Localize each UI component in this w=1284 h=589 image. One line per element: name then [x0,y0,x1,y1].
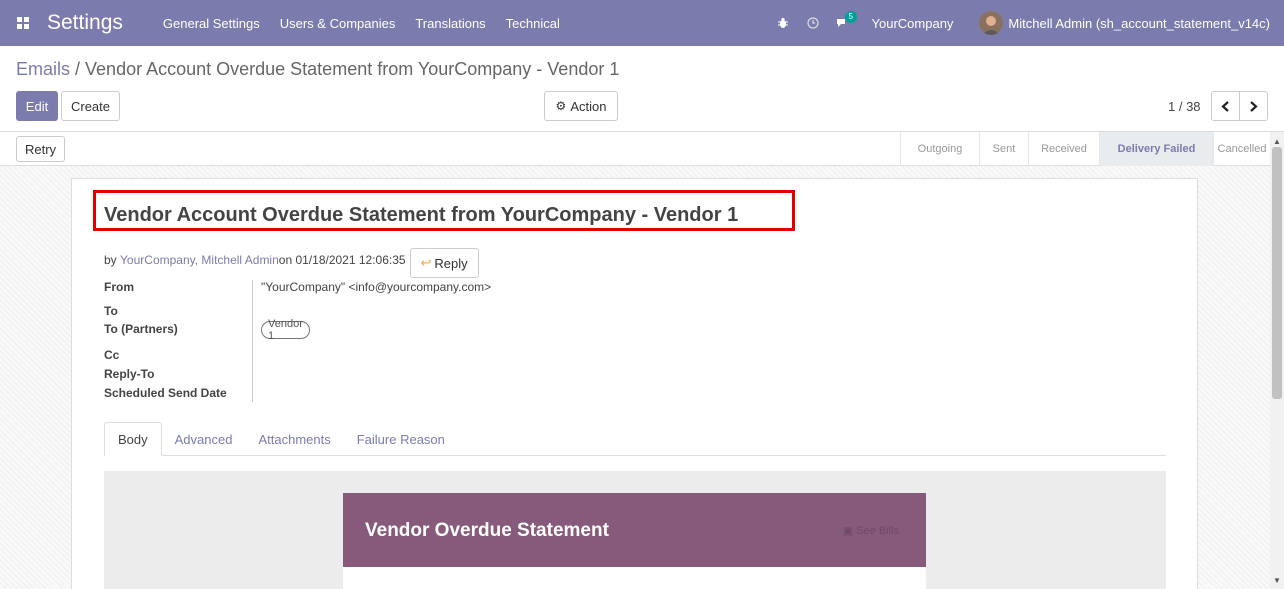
stage-cancelled[interactable]: Cancelled [1213,132,1270,166]
top-navbar: Settings General Settings Users & Compan… [0,0,1284,46]
page-scrollbar[interactable]: ▲ ▼ [1270,132,1284,589]
pager-value[interactable]: 1 / 38 [1168,99,1201,114]
user-menu[interactable]: Mitchell Admin (sh_account_statement_v14… [1008,16,1270,31]
stage-pipeline: Outgoing Sent Received Delivery Failed C… [900,132,1270,166]
pager-next-button[interactable] [1239,91,1268,121]
partner-tag-vendor-1[interactable]: Vendor 1 [261,318,310,342]
email-subject: Vendor Account Overdue Statement from Yo… [104,204,739,226]
scroll-thumb[interactable] [1272,147,1282,399]
from-value: "YourCompany" <info@yourcompany.com> [261,280,492,294]
breadcrumb-separator: / [70,59,86,79]
status-bar: Retry Outgoing Sent Received Delivery Fa… [0,132,1270,166]
app-brand[interactable]: Settings [47,11,123,35]
author-link[interactable]: YourCompany, Mitchell Admin [120,253,279,267]
retry-button[interactable]: Retry [16,136,65,162]
tab-attachments[interactable]: Attachments [245,422,343,456]
control-panel: Emails / Vendor Account Overdue Statemen… [0,46,1284,132]
gear-icon: ⚙ [555,99,567,113]
scroll-up-arrow-icon[interactable]: ▲ [1270,134,1284,148]
company-switcher[interactable]: YourCompany [872,16,954,31]
chat-icon[interactable]: 5 [828,0,858,46]
chevron-left-icon [1221,100,1229,112]
stage-outgoing[interactable]: Outgoing [900,132,979,166]
menu-general-settings[interactable]: General Settings [163,16,260,31]
cc-label: Cc [104,348,120,362]
to-partners-label: To (Partners) [104,322,178,336]
create-button[interactable]: Create [61,91,120,121]
see-bills-link[interactable]: ▣ See Bills [843,524,899,537]
bug-icon[interactable] [768,0,798,46]
breadcrumb: Emails / Vendor Account Overdue Statemen… [16,59,619,80]
menu-users-companies[interactable]: Users & Companies [280,16,396,31]
form-sheet: Vendor Account Overdue Statement from Yo… [71,178,1198,589]
message-count-badge: 5 [844,11,857,23]
apps-grid-icon[interactable] [0,0,46,46]
action-label: Action [570,98,607,114]
tab-body[interactable]: Body [104,422,162,456]
pager-previous-button[interactable] [1211,91,1240,121]
notebook-tabs: Body Advanced Attachments Failure Reason [104,422,1166,456]
edit-button[interactable]: Edit [16,91,58,121]
sent-date: on 01/18/2021 12:06:35 [278,253,406,267]
reply-button[interactable]: ↩ Reply [409,248,479,278]
mail-body [343,567,926,589]
reply-to-label: Reply-To [104,367,155,381]
email-body-preview: Vendor Overdue Statement ▣ See Bills [104,471,1166,589]
to-label: To [104,304,118,318]
scheduled-send-date-label: Scheduled Send Date [104,386,227,400]
clock-icon[interactable] [798,0,828,46]
menu-technical[interactable]: Technical [506,16,560,31]
avatar[interactable] [979,11,1004,35]
reply-arrow-icon: ↩ [420,255,432,270]
author-line: by YourCompany, Mitchell Admin on 01/18/… [104,245,479,278]
stage-received[interactable]: Received [1028,132,1099,166]
menu-translations[interactable]: Translations [415,16,485,31]
tab-failure-reason[interactable]: Failure Reason [344,422,458,456]
mail-header: Vendor Overdue Statement ▣ See Bills [343,493,926,567]
mail-title: Vendor Overdue Statement [365,520,609,541]
stage-delivery-failed[interactable]: Delivery Failed [1099,132,1213,166]
action-button[interactable]: ⚙ Action [544,91,618,121]
from-label: From [104,280,134,294]
field-separator [252,280,253,402]
reply-label: Reply [434,255,468,271]
stage-sent[interactable]: Sent [979,132,1028,166]
breadcrumb-emails-link[interactable]: Emails [16,59,70,79]
chevron-right-icon [1250,100,1258,112]
scroll-down-arrow-icon[interactable]: ▼ [1270,573,1284,587]
breadcrumb-current: Vendor Account Overdue Statement from Yo… [85,59,620,79]
tab-advanced[interactable]: Advanced [162,422,246,456]
by-prefix: by [104,253,117,267]
